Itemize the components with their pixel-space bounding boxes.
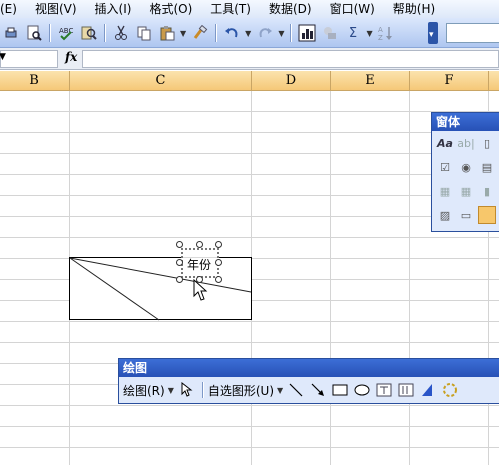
option-button-tool-icon[interactable]: ◉: [457, 158, 475, 176]
drawing-toolbar: 绘图 绘图(R) ▼ 自选图形(U) ▼: [118, 358, 499, 404]
forms-toolbar-title[interactable]: 窗体: [432, 113, 499, 131]
text-box[interactable]: 年份: [181, 248, 219, 278]
forms-toolbar: 窗体 Aa ab| ▯ ☑ ◉ ▤ ▦ ▦ ▮ ▨ ▭: [431, 112, 499, 232]
list-box-tool-icon[interactable]: ▤: [478, 158, 496, 176]
line-tool-icon[interactable]: [286, 380, 306, 400]
scroll-bar-tool-icon[interactable]: ▮: [478, 182, 496, 200]
drawing-toolbar-title[interactable]: 绘图: [119, 359, 499, 377]
checkbox-tool-icon[interactable]: ☑: [436, 158, 454, 176]
combo-list-icon[interactable]: ▦: [436, 182, 454, 200]
resize-handle[interactable]: [215, 276, 222, 283]
select-objects-icon[interactable]: [177, 380, 197, 400]
label-tool-button[interactable]: Aa: [436, 134, 454, 152]
resize-handle[interactable]: [176, 259, 183, 266]
control-properties-icon[interactable]: ▨: [436, 206, 454, 224]
autoshapes-menu-button[interactable]: 自选图形(U): [208, 382, 274, 399]
mouse-pointer-icon: [193, 279, 208, 301]
autoshapes-dropdown-icon[interactable]: ▼: [277, 386, 283, 395]
edit-box-tool-button[interactable]: ab|: [457, 134, 475, 152]
draw-menu-button[interactable]: 绘图(R): [123, 382, 165, 399]
toolbar-separator: [201, 382, 203, 398]
edit-code-icon[interactable]: ▭: [457, 206, 475, 224]
diagram-icon[interactable]: [440, 380, 460, 400]
group-box-icon[interactable]: ▯: [478, 134, 496, 152]
toggle-grid-icon[interactable]: [478, 206, 496, 224]
draw-menu-dropdown-icon[interactable]: ▼: [168, 386, 174, 395]
resize-handle[interactable]: [215, 259, 222, 266]
resize-handle[interactable]: [196, 241, 203, 248]
oval-tool-icon[interactable]: [352, 380, 372, 400]
arrow-tool-icon[interactable]: [308, 380, 328, 400]
resize-handle[interactable]: [176, 241, 183, 248]
text-box-tool-icon[interactable]: [374, 380, 394, 400]
resize-handle[interactable]: [176, 276, 183, 283]
wordart-icon[interactable]: [418, 380, 438, 400]
combo-dropdown-icon[interactable]: ▦: [457, 182, 475, 200]
rectangle-tool-icon[interactable]: [330, 380, 350, 400]
vertical-text-box-icon[interactable]: [396, 380, 416, 400]
resize-handle[interactable]: [215, 241, 222, 248]
text-box-label[interactable]: 年份: [187, 256, 211, 273]
